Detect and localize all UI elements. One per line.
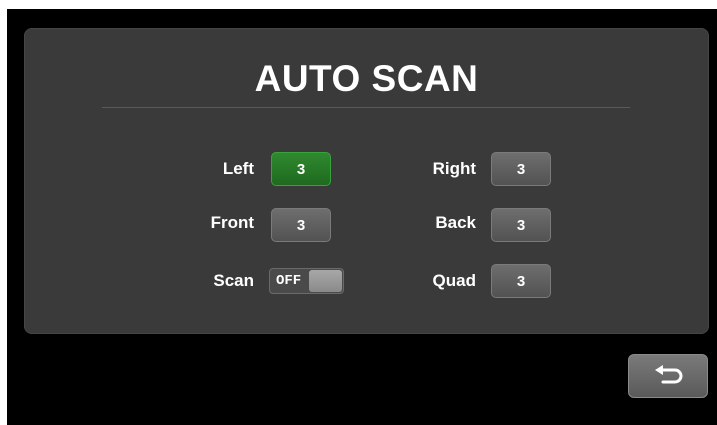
scan-toggle-knob[interactable] [309,270,342,292]
scan-toggle[interactable]: OFF [269,268,344,294]
back-label: Back [435,213,476,232]
page-title: AUTO SCAN [254,58,479,99]
right-label: Right [432,159,476,178]
quad-label: Quad [432,271,476,290]
front-label: Front [210,213,254,232]
scan-toggle-text: OFF [276,273,302,289]
left-value-button[interactable]: 3 [271,152,331,186]
return-arrow-icon [655,365,683,384]
quad-value-button[interactable]: 3 [491,264,551,298]
left-label: Left [222,159,254,178]
back-button[interactable] [628,354,708,398]
right-value-button[interactable]: 3 [491,152,551,186]
scan-label: Scan [213,271,254,290]
back-value-button[interactable]: 3 [491,208,551,242]
auto-scan-panel: AUTO SCAN Left 3 Front 3 Scan OFF Right … [24,28,709,334]
screen: AUTO SCAN Left 3 Front 3 Scan OFF Right … [7,9,717,425]
front-value-button[interactable]: 3 [271,208,331,242]
title-divider [102,107,630,108]
